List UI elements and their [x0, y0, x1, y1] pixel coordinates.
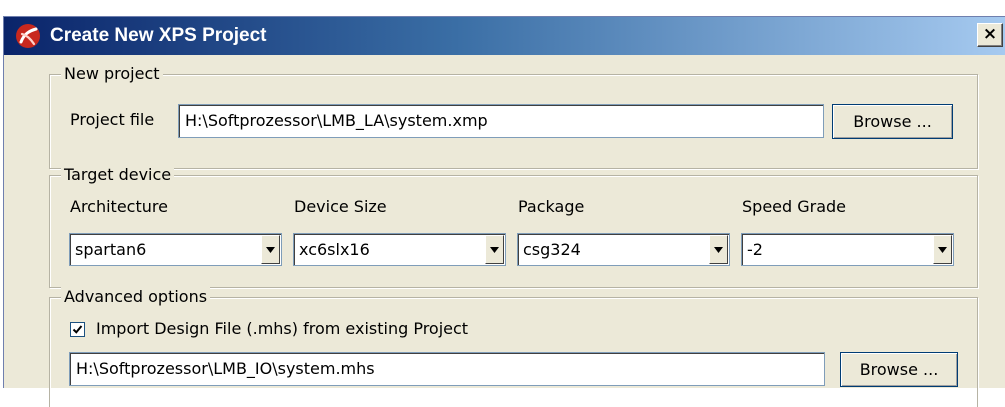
device-size-label: Device Size — [294, 197, 387, 216]
package-dropdown-button[interactable] — [709, 235, 728, 264]
project-file-input[interactable]: H:\Softprozessor\LMB_LA\system.xmp — [178, 104, 824, 138]
speed-grade-label: Speed Grade — [742, 197, 847, 216]
architecture-select[interactable]: spartan6 — [69, 233, 282, 266]
speed-grade-value: -2 — [747, 240, 763, 259]
package-value: csg324 — [523, 240, 581, 259]
target-device-legend-text: Target device — [61, 164, 175, 186]
device-size-dropdown-button[interactable] — [485, 235, 504, 264]
xilinx-logo-icon — [16, 24, 40, 48]
chevron-down-icon — [714, 247, 723, 253]
new-project-group: New project Project file H:\Softprozesso… — [49, 63, 978, 169]
package-select[interactable]: csg324 — [517, 233, 730, 266]
browse-mhs-button[interactable]: Browse ... — [840, 352, 958, 387]
speed-grade-select[interactable]: -2 — [741, 233, 954, 266]
chevron-down-icon — [490, 247, 499, 253]
check-icon — [72, 325, 83, 334]
speed-grade-dropdown-button[interactable] — [933, 235, 952, 264]
architecture-value: spartan6 — [75, 240, 147, 259]
browse-project-button[interactable]: Browse ... — [832, 104, 953, 139]
architecture-dropdown-button[interactable] — [261, 235, 280, 264]
new-project-legend: New project — [61, 63, 163, 85]
device-size-value: xc6slx16 — [299, 240, 370, 259]
chevron-down-icon — [266, 247, 275, 253]
import-design-checkbox[interactable] — [70, 322, 85, 337]
create-project-dialog: Create New XPS Project × New project Pro… — [3, 16, 1005, 407]
title-bar[interactable]: Create New XPS Project × — [4, 17, 1005, 55]
import-design-label[interactable]: Import Design File (.mhs) from existing … — [96, 318, 468, 340]
close-button[interactable]: × — [977, 23, 1003, 47]
architecture-label: Architecture — [70, 197, 168, 216]
advanced-options-group: Advanced options Import Design File (.mh… — [49, 286, 978, 407]
device-size-select[interactable]: xc6slx16 — [293, 233, 506, 266]
window-title: Create New XPS Project — [50, 25, 267, 46]
close-icon: × — [982, 24, 998, 44]
project-file-label: Project file — [70, 110, 155, 129]
chevron-down-icon — [938, 247, 947, 253]
target-device-group: Target device Architecture spartan6 Devi… — [49, 164, 978, 288]
package-label: Package — [518, 197, 585, 216]
mhs-file-input[interactable]: H:\Softprozessor\LMB_IO\system.mhs — [69, 352, 825, 386]
advanced-options-legend: Advanced options — [61, 286, 211, 308]
